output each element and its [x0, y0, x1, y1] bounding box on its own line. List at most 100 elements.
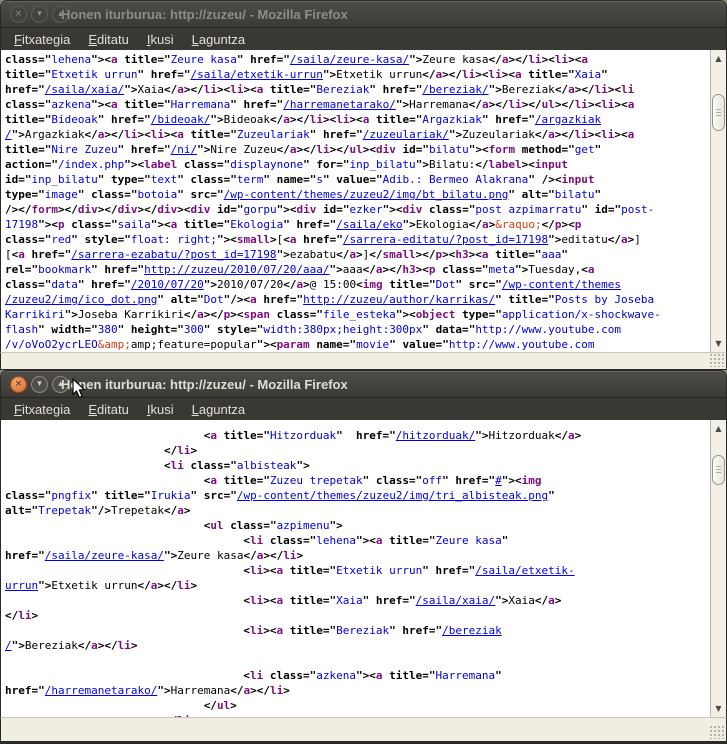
source-link[interactable]: /zuzeulariak/ — [363, 128, 449, 141]
source-view: class="lehena"><a title="Zeure kasa" hre… — [1, 50, 710, 352]
menu-item-ikusi[interactable]: Ikusi — [138, 30, 183, 49]
minimize-button-icon[interactable]: ▾ — [31, 6, 48, 23]
source-link[interactable]: /bideoak/ — [151, 113, 211, 126]
titlebar[interactable]: × ▾ ▴ Honen iturburua: http://zuzeu/ - M… — [0, 370, 727, 398]
source-link[interactable]: /sarrera-editatu/?post_id=17198 — [343, 233, 548, 246]
scroll-down-icon[interactable]: ▼ — [711, 702, 726, 715]
source-link[interactable]: # — [495, 474, 502, 487]
source-line: title="Bideoak" href="/bideoak/">Bideoak… — [5, 112, 710, 127]
menubar: FitxategiaEditatuIkusiLaguntza — [0, 28, 727, 50]
source-line: <li><a title="Bereziak" href="/bereziak — [5, 623, 710, 638]
source-link[interactable]: /saila/zeure-kasa/ — [290, 53, 409, 66]
window-title: Honen iturburua: http://zuzeu/ - Mozilla… — [61, 377, 348, 392]
window-title: Honen iturburua: http://zuzeu/ - Mozilla… — [61, 7, 348, 22]
source-link[interactable]: /bereziak — [442, 624, 502, 637]
source-link[interactable]: /saila/xaia/ — [416, 594, 495, 607]
source-line: /">Argazkiak</a></li><li><a title="Zuzeu… — [5, 127, 710, 142]
source-line: class="red" style="float: right;"><small… — [5, 232, 710, 247]
menu-item-editatu[interactable]: Editatu — [79, 30, 137, 49]
titlebar[interactable]: × ▾ ▴ Honen iturburua: http://zuzeu/ - M… — [0, 0, 727, 28]
menubar: FitxategiaEditatuIkusiLaguntza — [0, 398, 727, 420]
source-link[interactable]: /wp-content/themes/zuzeu2/img/tri_albist… — [237, 489, 548, 502]
source-line: Karrikiri">Joseba Karrikiri</a></p><span… — [5, 307, 710, 322]
statusbar — [0, 352, 727, 370]
source-line: </li> — [5, 608, 710, 623]
source-line: href="/saila/xaia/">Xaia</a></li><li><a … — [5, 82, 710, 97]
source-line: type="image" class="botoia" src="/wp-con… — [5, 187, 710, 202]
source-link[interactable]: /2010/07/20 — [131, 278, 204, 291]
source-link[interactable]: /saila/etxetik- — [475, 564, 574, 577]
source-line: class="lehena"><a title="Zeure kasa" hre… — [5, 52, 710, 67]
menu-item-fitxategia[interactable]: Fitxategia — [5, 30, 79, 49]
close-button-icon[interactable]: × — [10, 376, 27, 393]
source-line: href="/saila/zeure-kasa/">Zeure kasa</a>… — [5, 548, 710, 563]
menu-item-laguntza[interactable]: Laguntza — [183, 30, 255, 49]
source-link[interactable]: http://zuzeu/2010/07/20/aaa/ — [144, 263, 329, 276]
source-link[interactable]: http://zuzeu/author/karrikas/ — [303, 293, 495, 306]
source-view: <a title="Hitzorduak" href="/hitzorduak/… — [1, 420, 710, 717]
resize-grip[interactable] — [709, 725, 724, 739]
source-line: <li class="azkena"><a title="Harremana" — [5, 668, 710, 683]
source-line: <a title="Hitzorduak" href="/hitzorduak/… — [5, 428, 710, 443]
source-line: id="inp_bilatu" type="text" class="term"… — [5, 172, 710, 187]
menu-item-ikusi[interactable]: Ikusi — [138, 400, 183, 419]
source-line: </ul> — [5, 698, 710, 713]
source-link[interactable]: /hitzorduak/ — [396, 429, 475, 442]
menu-item-fitxategia[interactable]: Fitxategia — [5, 400, 79, 419]
scrollbar-thumb[interactable] — [712, 94, 725, 131]
menu-item-laguntza[interactable]: Laguntza — [183, 400, 255, 419]
source-line: class="pngfix" title="Irukia" src="/wp-c… — [5, 488, 710, 503]
source-line: urrun">Etxetik urrun</a></li> — [5, 578, 710, 593]
vertical-scrollbar[interactable]: ▲ ▼ — [710, 420, 726, 717]
source-link[interactable]: /bereziak/ — [422, 83, 488, 96]
source-line: /">Bereziak</a></li> — [5, 638, 710, 653]
viewsource-window-top: × ▾ ▴ Honen iturburua: http://zuzeu/ - M… — [0, 0, 727, 370]
source-line: title="Etxetik urrun" href="/saila/etxet… — [5, 67, 710, 82]
source-link[interactable]: /argazkiak — [535, 113, 601, 126]
menu-item-editatu[interactable]: Editatu — [79, 400, 137, 419]
source-line: <li><a title="Etxetik urrun" href="/sail… — [5, 563, 710, 578]
source-line: 17198"><p class="saila"><a title="Ekolog… — [5, 217, 710, 232]
resize-grip[interactable] — [709, 353, 724, 367]
source-line: alt="Trepetak"/>Trepetak</a> — [5, 503, 710, 518]
source-link[interactable]: /saila/xaia/ — [45, 83, 124, 96]
source-link[interactable]: / — [5, 639, 12, 652]
source-link[interactable]: /harremanetarako/ — [283, 98, 396, 111]
source-line: /v/oVoO2ycrLEO&amp;amp;feature=popular">… — [5, 337, 710, 352]
source-link[interactable]: /saila/etxetik-urrun — [190, 68, 322, 81]
source-line: [<a href="/sarrera-ezabatu/?post_id=1719… — [5, 247, 710, 262]
vertical-scrollbar[interactable]: ▲ ▼ — [710, 50, 726, 352]
source-line: flash" width="380" height="300" style="w… — [5, 322, 710, 337]
source-line: title="Nire Zuzeu" href="/ni/">Nire Zuze… — [5, 142, 710, 157]
source-line — [5, 653, 710, 668]
source-link[interactable]: /wp-content/themes/zuzeu2/img/bt_bilatu.… — [224, 188, 509, 201]
scroll-down-icon[interactable]: ▼ — [711, 337, 726, 350]
source-line: <a title="Zuzeu trepetak" class="off" hr… — [5, 473, 710, 488]
source-link[interactable]: urrun — [5, 579, 38, 592]
close-button-icon[interactable]: × — [10, 6, 27, 23]
viewsource-window-bottom: × ▾ ▴ Honen iturburua: http://zuzeu/ - M… — [0, 370, 727, 744]
source-line: /></form></div></div></div><div id="gorp… — [5, 202, 710, 217]
source-line: </li> — [5, 443, 710, 458]
minimize-button-icon[interactable]: ▾ — [31, 376, 48, 393]
scrollbar-grip-lines — [716, 109, 721, 117]
source-line: class="data" href="/2010/07/20">2010/07/… — [5, 277, 710, 292]
source-link[interactable]: / — [5, 128, 12, 141]
source-line: <li><a title="Xaia" href="/saila/xaia/">… — [5, 593, 710, 608]
source-link[interactable]: /saila/eko — [336, 218, 402, 231]
scrollbar-thumb[interactable] — [712, 455, 725, 485]
statusbar — [0, 717, 727, 744]
scrollbar-grip-lines — [716, 466, 721, 474]
source-line: action="/index.php"><label class="displa… — [5, 157, 710, 172]
source-link[interactable]: /zuzeu2/img/ico_dot.png — [5, 293, 157, 306]
source-link[interactable]: /sarrera-ezabatu/?post_id=17198 — [71, 248, 276, 261]
source-line: <li class="lehena"><a title="Zeure kasa" — [5, 533, 710, 548]
source-link[interactable]: /ni/ — [171, 143, 198, 156]
source-link[interactable]: /wp-content/themes — [502, 278, 621, 291]
source-link[interactable]: /harremanetarako/ — [45, 684, 158, 697]
scroll-up-icon[interactable]: ▲ — [711, 52, 726, 65]
source-line: href="/harremanetarako/">Harremana</a></… — [5, 683, 710, 698]
scroll-up-icon[interactable]: ▲ — [711, 422, 726, 435]
source-link[interactable]: /saila/zeure-kasa/ — [45, 549, 164, 562]
source-line: rel="bookmark" href="http://zuzeu/2010/0… — [5, 262, 710, 277]
